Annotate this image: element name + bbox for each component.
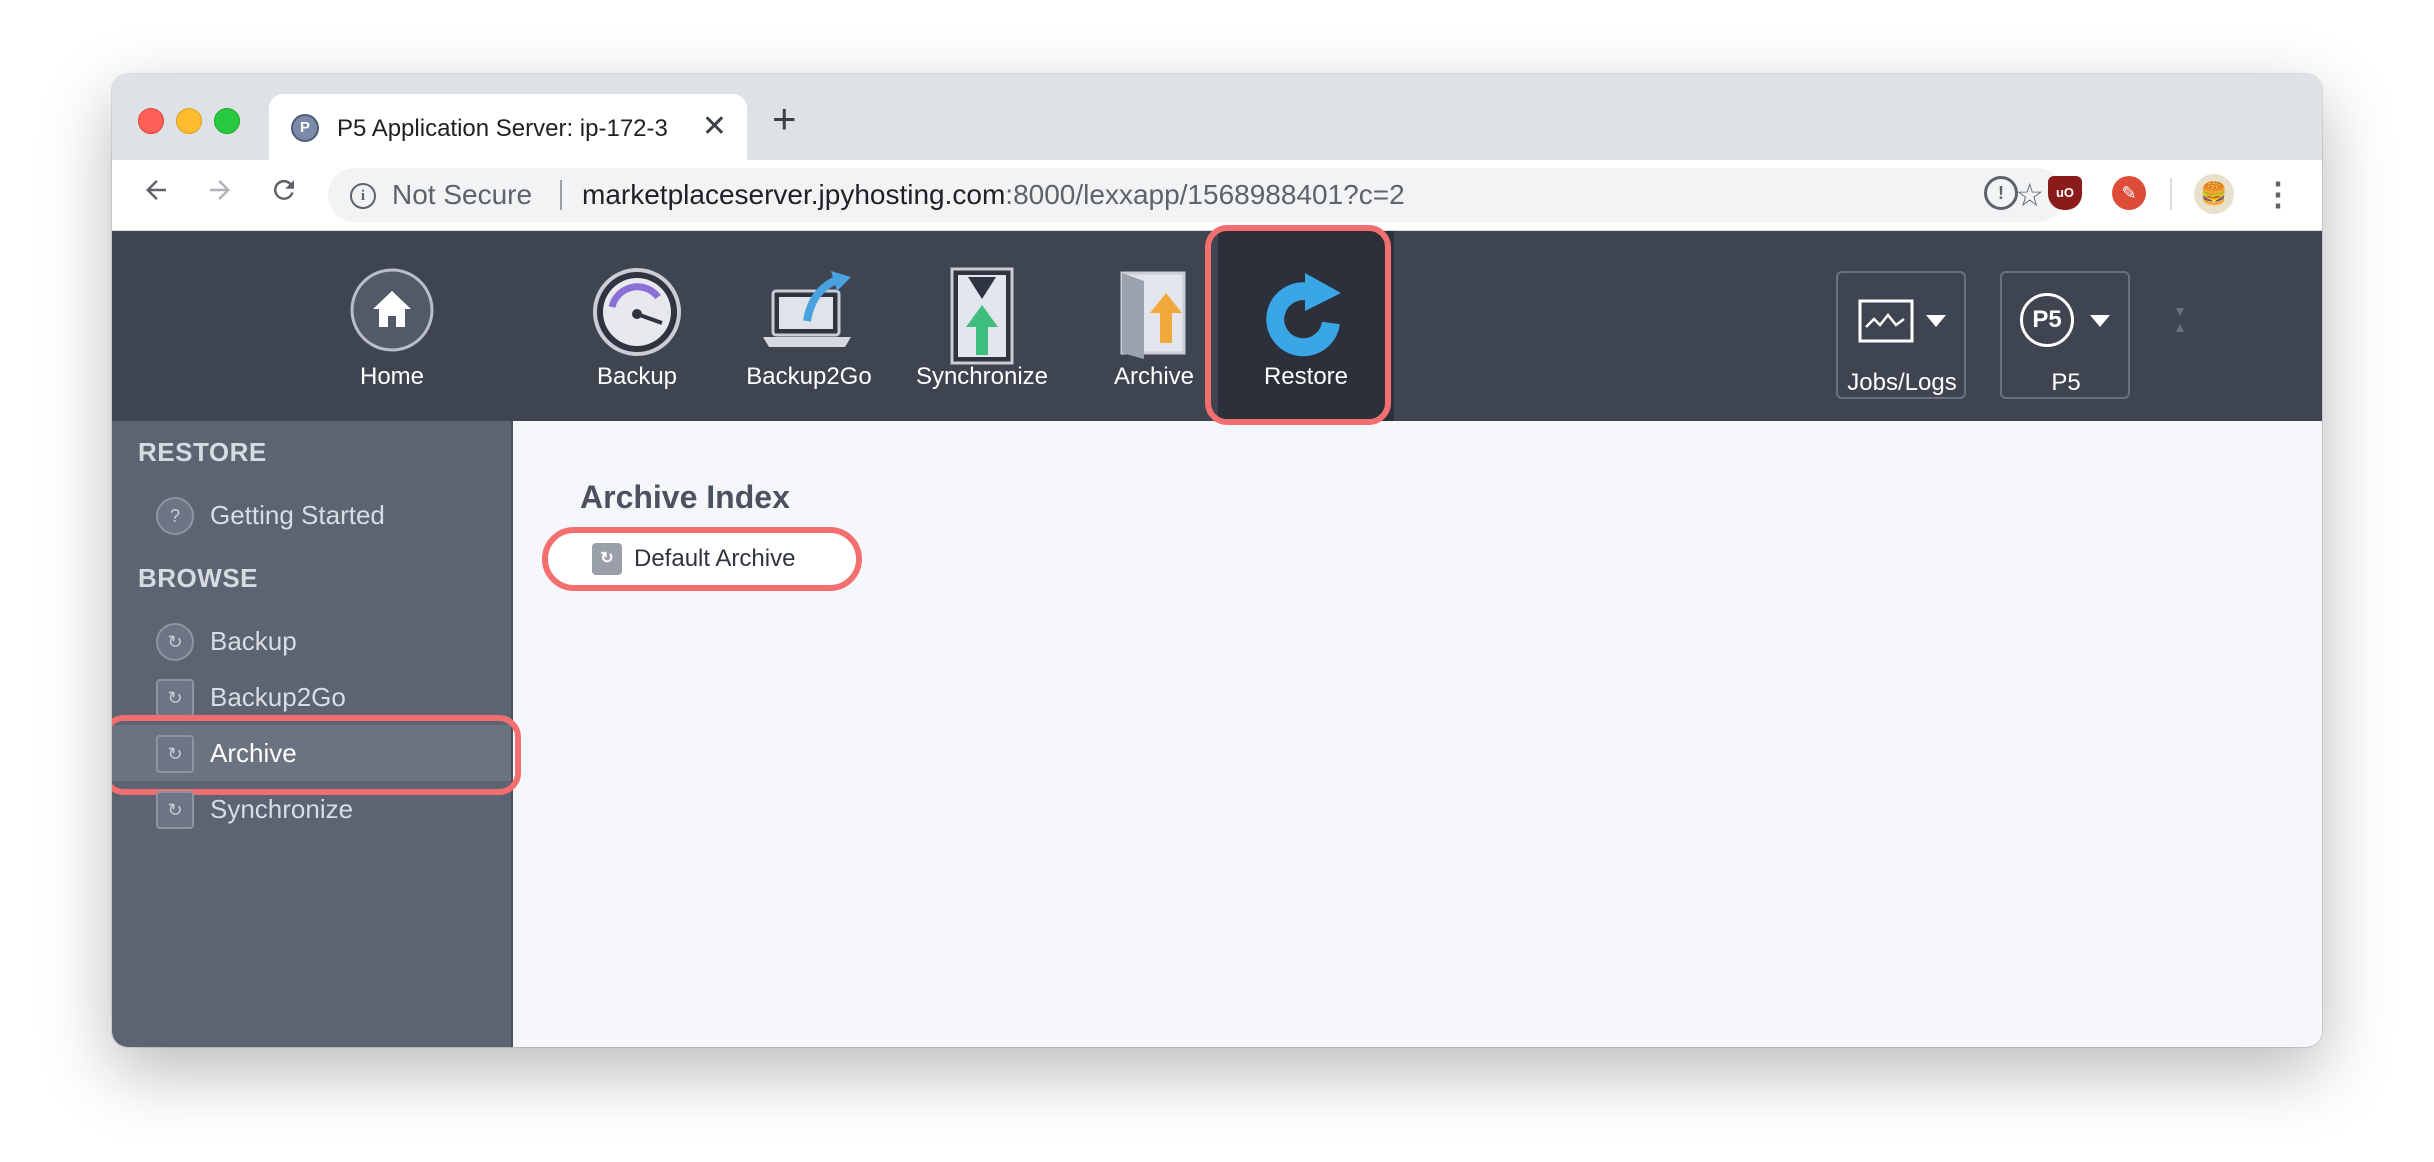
- page-title: Archive Index: [580, 479, 790, 515]
- sidebar-item-synchronize[interactable]: ↻ Synchronize: [112, 781, 511, 837]
- nav-backup-label: Backup: [596, 363, 678, 390]
- new-tab-button[interactable]: +: [772, 94, 797, 144]
- help-lifebuoy-icon: ?: [156, 497, 194, 535]
- jobs-logs-label: Jobs/Logs: [1847, 369, 1957, 396]
- p5-app: Home Backup Backup2Go Synchronize Archiv…: [112, 225, 2322, 1047]
- nav-home-label: Home: [359, 363, 425, 390]
- window-close-button[interactable]: [138, 108, 164, 134]
- sidebar-item-label: Backup: [210, 626, 297, 656]
- synchronize-restore-icon: ↻: [156, 791, 194, 829]
- tab-title: P5 Application Server: ip-172-3: [337, 115, 668, 142]
- 1password-icon[interactable]: !: [1984, 176, 2018, 210]
- browser-window: P P5 Application Server: ip-172-3 ✕ + i …: [112, 74, 2322, 1047]
- back-arrow-icon[interactable]: [132, 170, 180, 218]
- sidebar-item-label: Synchronize: [210, 794, 354, 824]
- p5-favicon-icon: P: [291, 114, 319, 142]
- reload-icon[interactable]: [260, 170, 308, 218]
- tab-strip: P P5 Application Server: ip-172-3 ✕ +: [112, 74, 2322, 160]
- address-separator: [560, 180, 562, 210]
- sidebar-item-label: Getting Started: [210, 500, 385, 530]
- backup2go-restore-icon: ↻: [156, 679, 194, 717]
- laptop-upload-icon: [763, 271, 851, 347]
- restore-highlight: [1205, 225, 1391, 425]
- synchronize-icon: [950, 267, 1014, 365]
- p5-label: P5: [2051, 369, 2081, 396]
- sidebar-item-archive[interactable]: ↻ Archive: [112, 715, 521, 795]
- home-icon: [350, 268, 434, 352]
- browser-menu-icon[interactable]: ⋮: [2262, 170, 2294, 218]
- p5-logo-icon: P5: [2020, 293, 2074, 347]
- browse-heading: BROWSE: [138, 563, 258, 593]
- nav-backup[interactable]: Backup: [552, 231, 722, 421]
- nav-backup2go-label: Backup2Go: [746, 363, 872, 390]
- browser-tab[interactable]: P P5 Application Server: ip-172-3 ✕: [269, 94, 747, 160]
- forward-arrow-icon[interactable]: [196, 170, 244, 218]
- sidebar: RESTORE ? Getting Started BROWSE ↻ Backu…: [112, 421, 521, 1047]
- sidebar-item-getting-started[interactable]: ? Getting Started: [112, 487, 511, 543]
- chevron-down-icon: [1926, 315, 1946, 327]
- activity-monitor-icon: [1858, 299, 1914, 343]
- default-archive-label: Default Archive: [634, 545, 796, 572]
- info-icon[interactable]: i: [350, 183, 376, 209]
- toolbar-separator: [2170, 178, 2172, 210]
- address-bar[interactable]: i Not Secure marketplaceserver.jpyhostin…: [328, 168, 2064, 222]
- nav-sync[interactable]: Synchronize: [897, 231, 1067, 421]
- bookmark-star-icon[interactable]: ☆: [2015, 168, 2044, 222]
- backup-gauge-icon: [593, 268, 681, 356]
- default-archive-link[interactable]: ↻ Default Archive: [542, 527, 862, 591]
- browser-toolbar: i Not Secure marketplaceserver.jpyhostin…: [112, 160, 2322, 231]
- chevron-down-icon: [2090, 315, 2110, 327]
- url-host: marketplaceserver.jpyhosting.com: [582, 179, 1006, 210]
- window-maximize-button[interactable]: [214, 108, 240, 134]
- nav-backup2go[interactable]: Backup2Go: [724, 231, 894, 421]
- extension-icon[interactable]: ✎: [2112, 176, 2146, 210]
- sidebar-item-backup[interactable]: ↻ Backup: [112, 613, 511, 669]
- ublock-origin-icon[interactable]: uO: [2048, 176, 2082, 210]
- restore-heading: RESTORE: [138, 437, 267, 467]
- window-minimize-button[interactable]: [176, 108, 202, 134]
- security-label[interactable]: Not Secure: [392, 168, 532, 222]
- nav-home[interactable]: Home: [322, 231, 462, 421]
- tab-close-icon[interactable]: ✕: [702, 108, 727, 146]
- archive-vault-icon: [1120, 271, 1186, 359]
- url-path: :8000/lexxapp/1568988401?c=2: [1005, 179, 1405, 210]
- archive-index-icon: ↻: [592, 543, 622, 575]
- nav-sync-label: Synchronize: [915, 363, 1049, 390]
- url-text[interactable]: marketplaceserver.jpyhosting.com:8000/le…: [582, 168, 1405, 222]
- backup-restore-icon: ↻: [156, 623, 194, 661]
- collapse-header-icon[interactable]: ▼ ▲: [2170, 303, 2190, 339]
- profile-avatar-icon[interactable]: 🍔: [2194, 174, 2234, 214]
- app-header: Home Backup Backup2Go Synchronize Archiv…: [112, 225, 2322, 425]
